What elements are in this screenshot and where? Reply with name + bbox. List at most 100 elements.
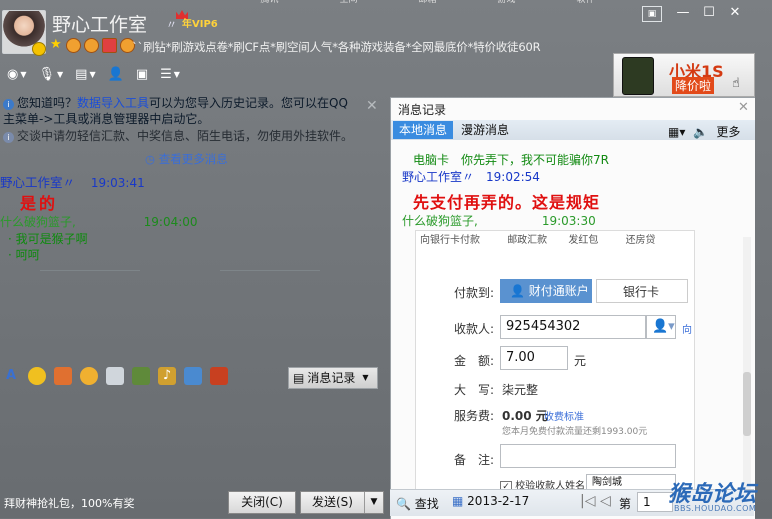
message-area[interactable]: i 您知道吗？数据导入工具可以为您导入历史记录。您可以在QQ 主菜单->工具或消息… (0, 92, 387, 392)
side-link: 向 (682, 325, 692, 336)
embedded-screenshot[interactable]: 向银行卡付款 邮政汇款 发红包 还房贷 付款到: 👤 财付通账户 银行卡 收款人… (415, 230, 695, 492)
music-icon[interactable]: ♪ (158, 367, 176, 385)
panel-title: 消息记录 (398, 103, 447, 117)
image-icon[interactable] (106, 367, 124, 385)
close-icon[interactable]: ✕ (738, 100, 749, 115)
add-friend-button[interactable]: 👤 (105, 64, 127, 86)
chevron-down-icon: ▼ (57, 70, 64, 79)
message-body: · 呵呵 (8, 248, 40, 262)
tab-bank-card: 银行卡 (596, 279, 688, 303)
upper-amount-value: 柒元整 (502, 383, 539, 397)
chevron-down-icon: ▼ (362, 373, 369, 382)
sender-name: 野心工作室〃 (402, 170, 475, 184)
sun-icon[interactable] (84, 38, 99, 53)
close-button[interactable]: 关闭(C) (228, 491, 296, 514)
phone-image (622, 57, 654, 95)
ad-subtitle: 降价啦 (672, 77, 715, 94)
shake-icon[interactable] (80, 367, 98, 385)
remote-desktop-button[interactable]: ▣ (133, 64, 151, 86)
contact-name: 野心工作室 (52, 14, 148, 36)
more-button[interactable]: 更多 (716, 123, 740, 140)
message-line: 呵呵 (15, 248, 40, 262)
fee-label: 服务费: (454, 409, 495, 423)
voice-call-button[interactable]: 🎙 ▼ (36, 64, 67, 86)
message-history-label: 消息记录 (307, 371, 356, 385)
close-icon[interactable]: ✕ (722, 4, 748, 22)
message-time: 19:02:54 (486, 170, 540, 184)
house-icon[interactable] (102, 38, 117, 53)
scrollbar-thumb[interactable] (743, 372, 751, 436)
fee-standard-link: 收费标准 (544, 412, 584, 423)
fee-note: 您本月免费付款流量还剩1993.00元 (502, 427, 648, 437)
sun-icon[interactable] (66, 38, 81, 53)
prev-page-icon[interactable]: ◁ (600, 493, 611, 509)
minimize-icon[interactable]: — (670, 4, 696, 22)
magic-emoji-icon[interactable] (54, 367, 72, 385)
top-strip: 腾讯 空间 邮箱 游戏 软件 (230, 0, 625, 5)
video-call-button[interactable]: ◉ ▼ (4, 64, 30, 86)
font-icon[interactable]: A (2, 367, 20, 385)
data-import-link[interactable]: 数据导入工具 (77, 96, 149, 110)
message-history-button[interactable]: ▤ 消息记录 ▼ (288, 367, 378, 389)
maximize-icon[interactable]: ☐ (696, 4, 722, 22)
skin-icon[interactable]: ▣ (642, 6, 662, 22)
speaker-icon[interactable]: 🔈 (693, 125, 708, 139)
microphone-icon: 🎙 (38, 67, 56, 82)
tab-roaming-messages[interactable]: 漫游消息 (455, 121, 515, 139)
signature-text: ``刷钻*刷游戏点卷*刷CF点*刷空间人气*各种游戏装备*全网最底价*特价收徒6… (132, 40, 541, 54)
sender-name: 什么破狗篮子, (0, 215, 76, 229)
star-icon[interactable]: ★ (50, 38, 63, 51)
info-icon: i (3, 132, 14, 143)
history-tools: ▦▾ 🔈 更多 (668, 123, 740, 140)
message-line: 我可是猴子啊 (15, 232, 88, 246)
divider (40, 270, 140, 271)
hand-pointer-icon: ☝ (732, 76, 740, 91)
top-strip-item[interactable]: 邮箱 (418, 0, 436, 5)
top-links: 向银行卡付款 邮政汇款 发红包 还房贷 (420, 231, 656, 246)
ad-banner[interactable]: 小米1S 降价啦 ☝ (613, 53, 755, 97)
top-strip-item[interactable]: 游戏 (497, 0, 515, 5)
export-icon[interactable]: ▦▾ (668, 125, 685, 139)
emoji-icon[interactable] (28, 367, 46, 385)
badge-row: ★ (50, 38, 135, 53)
gif-icon[interactable] (184, 367, 202, 385)
apps-button[interactable]: ☰ ▼ (157, 64, 183, 86)
send-button[interactable]: 发送(S) ▼ (300, 491, 384, 514)
send-file-button[interactable]: ▤ ▼ (72, 64, 98, 86)
tab-local-messages[interactable]: 本地消息 (393, 121, 454, 139)
message-time: 19:03:41 (90, 176, 145, 190)
payee-label: 收款人: (454, 322, 495, 336)
history-text: 你先弄下，我不可能骗你7R (461, 153, 610, 167)
send-label: 发送(S) (312, 495, 353, 509)
sender-name: 什么破狗篮子, (402, 214, 478, 228)
clock-icon: ◷ (145, 152, 156, 166)
message-body: · 我可是猴子啊 (8, 232, 88, 246)
link-text: 向银行卡付款 (420, 235, 480, 246)
link-text: 发红包 (568, 235, 599, 246)
view-more-link[interactable]: ◷ 查看更多消息 (145, 151, 228, 167)
screenshot-icon[interactable] (132, 367, 150, 385)
page-label: 第 (619, 497, 632, 511)
history-scrollbar[interactable] (743, 237, 751, 489)
camera-icon: ◉ (7, 67, 19, 82)
gift-icon[interactable] (210, 367, 228, 385)
promo-link[interactable]: 拜财神抢礼包，100%有奖 (4, 495, 134, 511)
pay-to-label: 付款到: (454, 286, 495, 300)
date-picker[interactable]: ▦ 2013-2-17 (452, 494, 529, 508)
note-field (500, 444, 676, 468)
vip-badge[interactable]: 年VIP6 (182, 15, 218, 30)
history-icon: ▤ (293, 371, 305, 385)
search-button[interactable]: 🔍 查找 (396, 495, 439, 512)
close-tip-icon[interactable]: ✕ (366, 98, 378, 114)
top-strip-item[interactable]: 软件 (576, 0, 594, 5)
top-strip-item[interactable]: 空间 (339, 0, 357, 5)
chevron-down-icon[interactable]: ▼ (364, 492, 383, 513)
message-time: 19:03:30 (541, 214, 596, 228)
online-status-icon (32, 42, 46, 56)
link-text: 邮政汇款 (507, 235, 548, 246)
chat-window: 腾讯 空间 邮箱 游戏 软件 野心工作室 〃 年VIP6 ★ ``刷钻*刷游戏点… (0, 0, 772, 519)
first-page-icon[interactable]: |◁ (580, 493, 595, 509)
tip-text: 可以为您导入历史记录。您可以在QQ (149, 96, 348, 110)
forum-watermark: 猴岛论坛 BBS.HOUDAO.COM (668, 476, 764, 518)
top-strip-item[interactable]: 腾讯 (260, 0, 278, 5)
